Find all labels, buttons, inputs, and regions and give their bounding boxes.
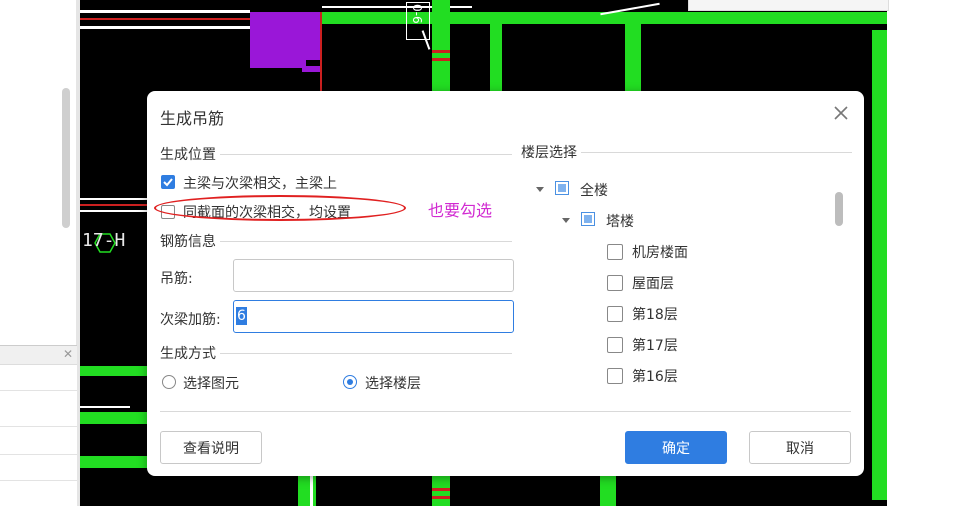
- dialog-title: 生成吊筋: [160, 109, 225, 128]
- floor-checkbox[interactable]: [607, 337, 623, 353]
- floor-item-label[interactable]: 第16层: [632, 366, 678, 386]
- secondary-beam-rebar-value: 6: [236, 307, 247, 325]
- secondary-beam-rebar-input[interactable]: 6: [233, 300, 514, 333]
- checkbox-main-beam[interactable]: [161, 175, 175, 189]
- section-title-position: 生成位置: [160, 144, 220, 164]
- radio-select-floors[interactable]: [343, 375, 357, 389]
- section-title-method: 生成方式: [160, 343, 220, 363]
- radio-selected-dot: [347, 379, 353, 385]
- radio-select-floors-label: 选择楼层: [365, 376, 421, 392]
- list-divider: [0, 390, 77, 391]
- list-divider: [0, 426, 77, 427]
- partial-check-icon: [584, 215, 592, 223]
- annotation-note: 也要勾选: [428, 201, 493, 220]
- close-icon[interactable]: [831, 103, 851, 123]
- tree-checkbox-tower[interactable]: [581, 212, 595, 226]
- tree-checkbox-all[interactable]: [555, 181, 569, 195]
- partial-check-icon: [558, 184, 566, 192]
- check-icon: [163, 178, 173, 187]
- cad-vertical-label: 0-6: [410, 4, 424, 24]
- floor-checkbox[interactable]: [607, 368, 623, 384]
- axis-label: 17-H: [82, 230, 126, 251]
- ok-button[interactable]: 确定: [625, 431, 727, 464]
- generate-hanger-dialog: 生成吊筋 生成位置 主梁与次梁相交，主梁上 同截面的次梁相交，均设置 钢筋信息 …: [147, 91, 864, 476]
- list-divider: [0, 480, 77, 481]
- hanger-input[interactable]: [233, 259, 514, 292]
- checkbox-main-beam-label: 主梁与次梁相交，主梁上: [183, 176, 337, 192]
- close-icon[interactable]: ✕: [63, 347, 73, 361]
- floor-checkbox[interactable]: [607, 306, 623, 322]
- floor-tree-scrollbar[interactable]: [835, 192, 843, 226]
- list-divider: [0, 454, 77, 455]
- floor-item-label[interactable]: 第17层: [632, 335, 678, 355]
- floor-checkbox[interactable]: [607, 244, 623, 260]
- radio-select-elements-label: 选择图元: [183, 376, 239, 392]
- subpanel-header: ✕: [0, 346, 77, 365]
- section-title-floors: 楼层选择: [521, 142, 581, 162]
- secondary-beam-rebar-label: 次梁加筋:: [160, 312, 221, 328]
- floor-checkbox[interactable]: [607, 275, 623, 291]
- annotation-ellipse: [154, 195, 406, 221]
- floor-item-label[interactable]: 屋面层: [632, 273, 674, 293]
- cancel-button[interactable]: 取消: [749, 431, 851, 464]
- hanger-label: 吊筋:: [160, 271, 193, 287]
- floor-item-label[interactable]: 机房楼面: [632, 242, 688, 262]
- tree-item-all-floors[interactable]: 全楼: [580, 180, 608, 200]
- floor-item-label[interactable]: 第18层: [632, 304, 678, 324]
- radio-select-elements[interactable]: [162, 375, 176, 389]
- top-toolbar: [688, 0, 889, 11]
- section-title-rebar: 钢筋信息: [160, 231, 220, 251]
- footer-divider: [160, 411, 851, 412]
- help-button[interactable]: 查看说明: [160, 431, 262, 464]
- expand-arrow-icon[interactable]: [536, 187, 544, 192]
- left-panel-scrollbar[interactable]: [62, 88, 70, 228]
- expand-arrow-icon[interactable]: [562, 218, 570, 223]
- tree-item-tower[interactable]: 塔楼: [606, 211, 634, 231]
- left-subpanel: ✕: [0, 345, 77, 507]
